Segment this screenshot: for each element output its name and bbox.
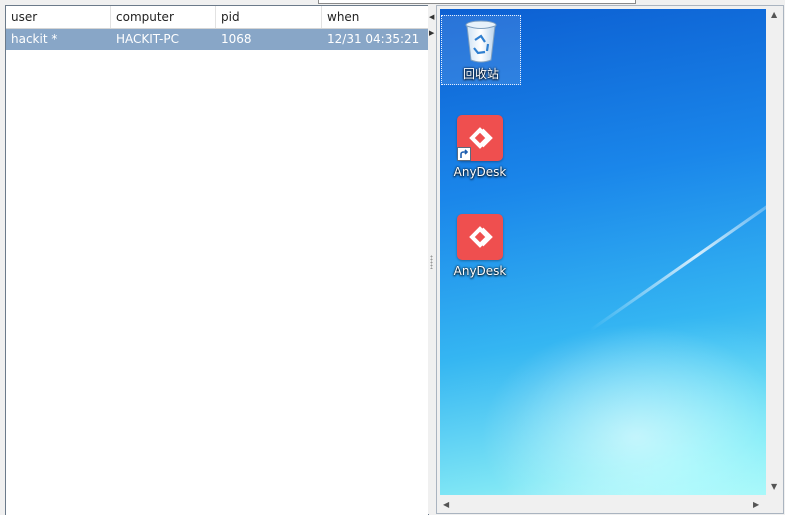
table-row[interactable]: hackit * HACKIT-PC 1068 12/31 04:35:21 (6, 29, 428, 50)
recycle-bin-icon (465, 20, 497, 63)
table-header: user computer pid when (6, 6, 428, 29)
cell-pid: 1068 (221, 32, 252, 46)
horizontal-scrollbar[interactable]: ◀ ▶ (437, 496, 767, 513)
desktop-icon-label: AnyDesk (453, 264, 507, 278)
splitter-grip-icon[interactable] (430, 255, 433, 269)
collapse-right-arrow-icon[interactable]: ▶ (429, 29, 434, 37)
app-window: user computer pid when hackit * HACKIT-P… (0, 0, 785, 515)
scroll-left-arrow-icon[interactable]: ◀ (443, 500, 449, 510)
anydesk-icon (457, 214, 503, 260)
vertical-scrollbar[interactable]: ▲ ▼ (767, 6, 783, 495)
column-header-user[interactable]: user (6, 6, 111, 28)
panel-splitter[interactable]: ◀ ▶ (428, 5, 436, 514)
cell-user: hackit * (11, 32, 58, 46)
remote-desktop-view[interactable]: 回收站 AnyDesk AnyDesk (440, 9, 766, 495)
column-header-computer[interactable]: computer (111, 6, 216, 28)
desktop-icon-anydesk[interactable]: AnyDesk (441, 214, 519, 278)
wallpaper-light-streak (589, 180, 766, 332)
anydesk-icon (457, 115, 503, 161)
remote-desktop-panel: 回收站 AnyDesk AnyDesk ▲ ▼ ◀ ▶ (436, 5, 784, 514)
scroll-up-arrow-icon[interactable]: ▲ (771, 10, 777, 20)
desktop-icon-recycle-bin[interactable]: 回收站 (441, 15, 521, 85)
column-header-when[interactable]: when (322, 6, 428, 28)
column-header-pid[interactable]: pid (216, 6, 322, 28)
desktop-icon-label: AnyDesk (453, 165, 507, 179)
scroll-down-arrow-icon[interactable]: ▼ (771, 482, 777, 492)
top-tab-strip[interactable] (318, 0, 636, 4)
shortcut-arrow-icon (457, 147, 471, 161)
scroll-right-arrow-icon[interactable]: ▶ (753, 500, 759, 510)
sessions-table: user computer pid when hackit * HACKIT-P… (5, 5, 429, 515)
collapse-left-arrow-icon[interactable]: ◀ (429, 13, 434, 21)
desktop-icon-label: 回收站 (462, 67, 499, 81)
cell-when: 12/31 04:35:21 (327, 32, 420, 46)
desktop-icon-anydesk-shortcut[interactable]: AnyDesk (441, 115, 519, 179)
cell-computer: HACKIT-PC (116, 32, 179, 46)
